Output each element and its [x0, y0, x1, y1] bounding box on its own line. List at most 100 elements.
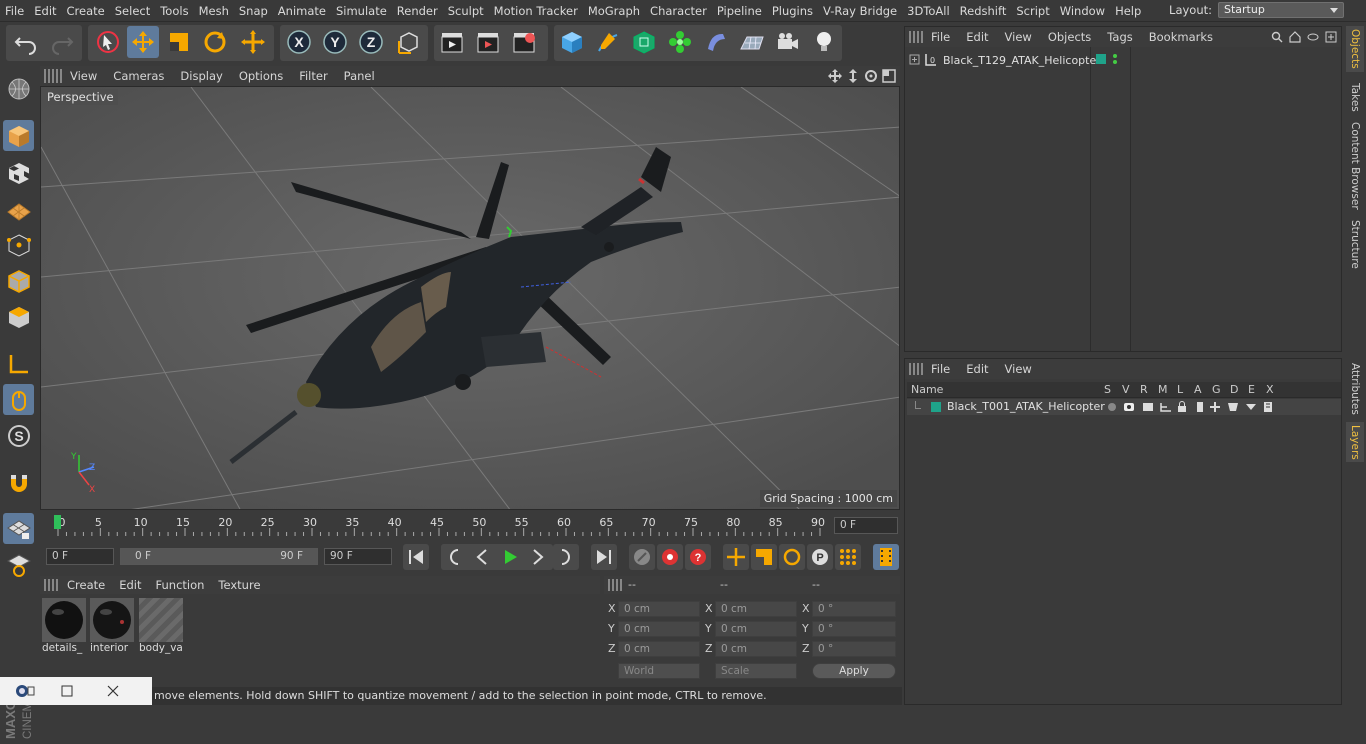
column-generators[interactable]: G — [1212, 383, 1221, 396]
column-solo[interactable]: S — [1104, 383, 1111, 396]
tab-content-browser[interactable]: Content Browser — [1346, 120, 1364, 212]
menu-pipeline[interactable]: Pipeline — [712, 4, 767, 18]
key-scale-button[interactable] — [751, 544, 777, 570]
viewport-maximize-icon[interactable] — [882, 69, 896, 83]
record-active-button[interactable] — [657, 544, 683, 570]
solo-mode-button[interactable]: S — [3, 420, 34, 451]
light-button[interactable] — [808, 26, 840, 58]
object-grip-icon[interactable] — [909, 31, 923, 43]
viewport-rotate-icon[interactable] — [864, 69, 878, 83]
recent-tool-button[interactable] — [237, 26, 269, 58]
spline-pen-button[interactable] — [592, 26, 624, 58]
key-position-button[interactable] — [723, 544, 749, 570]
y-axis-lock-button[interactable]: Y — [319, 26, 351, 58]
key-pla-button[interactable] — [835, 544, 861, 570]
menu-help[interactable]: Help — [1110, 4, 1146, 18]
cinema4d-app-icon[interactable] — [14, 683, 36, 699]
live-selection-button[interactable] — [92, 26, 124, 58]
material-swatch-interior[interactable]: interior — [90, 598, 134, 654]
apply-button[interactable]: Apply — [812, 663, 896, 679]
axis-mode-button[interactable] — [3, 348, 34, 379]
menu-3dtoall[interactable]: 3DToAll — [902, 4, 955, 18]
column-xref[interactable]: X — [1266, 383, 1274, 396]
menu-window[interactable]: Window — [1055, 4, 1110, 18]
locked-workplane-button[interactable] — [3, 549, 34, 580]
menu-motion-tracker[interactable]: Motion Tracker — [489, 4, 583, 18]
play-button[interactable] — [497, 544, 523, 570]
end-frame-field[interactable]: 90 F — [324, 548, 392, 565]
snap-toggle-button[interactable] — [3, 467, 34, 498]
menu-render[interactable]: Render — [392, 4, 443, 18]
pos-y-field[interactable]: 0 cm — [618, 621, 700, 637]
cloner-button[interactable] — [664, 26, 696, 58]
material-menu-create[interactable]: Create — [60, 578, 112, 592]
scale-tool-button[interactable] — [163, 26, 195, 58]
menu-redshift[interactable]: Redshift — [955, 4, 1012, 18]
menu-plugins[interactable]: Plugins — [767, 4, 818, 18]
viewport-menu-options[interactable]: Options — [231, 69, 291, 83]
material-swatch-body[interactable]: body_va — [139, 598, 183, 654]
column-locked[interactable]: L — [1177, 383, 1183, 396]
layer-color-tag[interactable] — [1096, 54, 1106, 64]
column-expressions[interactable]: E — [1248, 383, 1255, 396]
size-z-field[interactable]: 0 cm — [715, 641, 797, 657]
column-manager[interactable]: M — [1158, 383, 1168, 396]
edge-mode-button[interactable] — [3, 265, 34, 296]
layout-dropdown[interactable]: Startup — [1218, 2, 1344, 18]
rot-h-field[interactable]: 0 ° — [812, 601, 896, 617]
size-x-field[interactable]: 0 cm — [715, 601, 797, 617]
maximize-icon[interactable] — [60, 684, 74, 698]
object-menu-file[interactable]: File — [923, 30, 958, 44]
column-deformers[interactable]: D — [1230, 383, 1238, 396]
column-animation[interactable]: A — [1194, 383, 1202, 396]
object-menu-edit[interactable]: Edit — [958, 30, 996, 44]
object-menu-bookmarks[interactable]: Bookmarks — [1141, 30, 1221, 44]
rotate-tool-button[interactable] — [199, 26, 231, 58]
coordinates-grip-icon[interactable] — [608, 579, 622, 591]
menu-select[interactable]: Select — [110, 4, 155, 18]
motion-record-button[interactable] — [629, 544, 655, 570]
size-mode-dropdown[interactable]: Scale — [715, 663, 797, 679]
menu-vray-bridge[interactable]: V-Ray Bridge — [818, 4, 902, 18]
search-icon[interactable] — [1271, 31, 1283, 43]
menu-tools[interactable]: Tools — [155, 4, 193, 18]
next-frame-button[interactable] — [525, 544, 551, 570]
material-grip-icon[interactable] — [44, 579, 60, 591]
link-icon[interactable] — [1307, 31, 1319, 43]
cube-object-button[interactable] — [556, 26, 588, 58]
tweak-mode-button[interactable] — [3, 384, 34, 415]
undo-button[interactable] — [10, 26, 42, 58]
coordinate-system-button[interactable] — [393, 26, 425, 58]
go-to-end-button[interactable] — [591, 544, 617, 570]
menu-simulate[interactable]: Simulate — [331, 4, 392, 18]
object-menu-tags[interactable]: Tags — [1099, 30, 1140, 44]
autokey-button[interactable]: ? — [685, 544, 711, 570]
tab-structure[interactable]: Structure — [1346, 216, 1364, 272]
material-menu-function[interactable]: Function — [149, 578, 212, 592]
texture-mode-button[interactable] — [3, 157, 34, 188]
point-mode-button[interactable] — [3, 229, 34, 260]
playhead-marker[interactable] — [54, 515, 61, 529]
object-row[interactable]: 0 Black_T129_ATAK_Helicopter — [905, 51, 1341, 69]
timeline-ruler[interactable]: 0 5 10 15 20 25 30 35 40 45 50 55 60 65 70 75 80 85 90 0 F — [40, 512, 900, 538]
x-axis-lock-button[interactable]: X — [283, 26, 315, 58]
rot-b-field[interactable]: 0 ° — [812, 641, 896, 657]
menu-character[interactable]: Character — [645, 4, 712, 18]
viewport-pan-icon[interactable] — [828, 69, 842, 83]
timeline-window-button[interactable] — [873, 544, 899, 570]
object-menu-view[interactable]: View — [997, 30, 1040, 44]
workplane-mode-button[interactable] — [3, 193, 34, 224]
layer-name[interactable]: Black_T001_ATAK_Helicopter — [947, 400, 1105, 413]
polygon-mode-button[interactable] — [3, 301, 34, 332]
material-menu-texture[interactable]: Texture — [211, 578, 267, 592]
expand-icon[interactable] — [909, 54, 921, 66]
preview-range-slider[interactable]: 0 F 90 F — [120, 548, 318, 565]
viewport-grip-icon[interactable] — [44, 69, 62, 83]
render-settings-button[interactable] — [508, 26, 540, 58]
current-frame-field[interactable]: 0 F — [834, 517, 898, 534]
deformer-button[interactable] — [700, 26, 732, 58]
material-swatch-details[interactable]: details_ — [42, 598, 86, 654]
tab-takes[interactable]: Takes — [1346, 78, 1364, 116]
rot-p-field[interactable]: 0 ° — [812, 621, 896, 637]
menu-mesh[interactable]: Mesh — [194, 4, 234, 18]
